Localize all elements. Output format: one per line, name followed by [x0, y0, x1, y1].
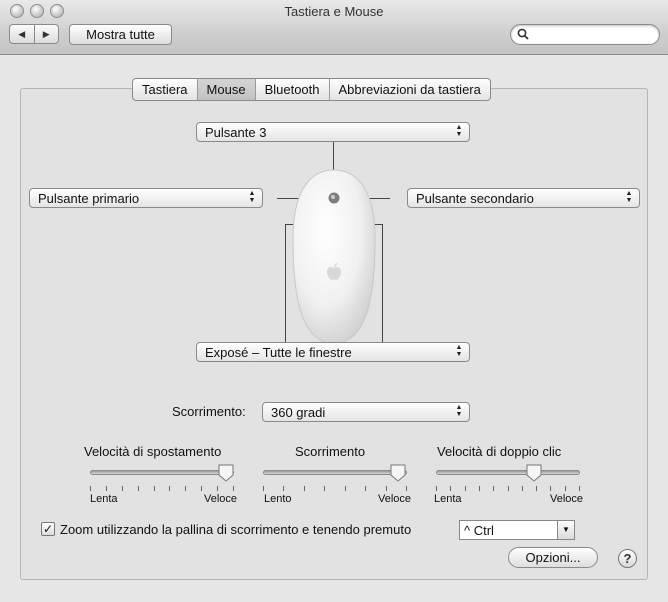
- tab-abbreviazioni[interactable]: Abbreviazioni da tastiera: [330, 79, 490, 100]
- slider-title: Velocità di spostamento: [84, 444, 222, 459]
- slider-tick: [304, 486, 305, 491]
- slider-tick: [217, 486, 218, 491]
- slider-tick: [465, 486, 466, 491]
- zoom-label: Zoom utilizzando la pallina di scorrimen…: [60, 522, 412, 537]
- slider-tick: [436, 486, 437, 491]
- slider-tick: [536, 486, 537, 491]
- updown-arrows-icon: ▲ ▼: [248, 190, 256, 204]
- slider-tick: [154, 486, 155, 491]
- show-all-button[interactable]: Mostra tutte: [69, 24, 172, 45]
- slider-tick: [565, 486, 566, 491]
- search-icon: [517, 28, 529, 40]
- side-buttons-value: Exposé – Tutte le finestre: [205, 345, 352, 360]
- tab-mouse[interactable]: Mouse: [197, 79, 256, 100]
- slider-tick: [106, 486, 107, 491]
- options-button[interactable]: Opzioni...: [508, 547, 598, 568]
- slider-tick: [283, 486, 284, 491]
- button3-value: Pulsante 3: [205, 125, 267, 140]
- double-click-track[interactable]: [436, 470, 580, 475]
- help-button[interactable]: ?: [618, 549, 637, 568]
- slider-tick: [365, 486, 366, 491]
- slider-tick: [345, 486, 346, 491]
- side-right-connector: [382, 224, 383, 342]
- right-button-value: Pulsante secondario: [416, 191, 534, 206]
- scroll-speed-thumb[interactable]: [390, 464, 406, 482]
- tracking-speed-track[interactable]: [90, 470, 234, 475]
- slider-tick: [263, 486, 264, 491]
- chevron-down-icon[interactable]: ▼: [557, 521, 574, 539]
- titlebar: Tastiera e Mouse ◀ ▶ Mostra tutte: [0, 0, 668, 55]
- scroll-speed-track[interactable]: [263, 470, 407, 475]
- slider-tick: [479, 486, 480, 491]
- updown-arrows-icon: ▲ ▼: [625, 190, 633, 204]
- slider-min-label: Lenta: [90, 493, 118, 505]
- search-input[interactable]: [533, 27, 657, 43]
- slider-tick: [406, 486, 407, 491]
- scrolling-label: Scorrimento:: [172, 404, 246, 419]
- slider-tick: [579, 486, 580, 491]
- slider-tick: [90, 486, 91, 491]
- side-buttons-popup[interactable]: Exposé – Tutte le finestre ▲ ▼: [196, 342, 470, 362]
- mighty-mouse-image: [292, 169, 376, 345]
- slider-tick: [169, 486, 170, 491]
- side-left-connector: [285, 224, 286, 342]
- slider-tick: [550, 486, 551, 491]
- modifier-key-combo[interactable]: ^ Ctrl ▼: [459, 520, 575, 540]
- tab-bar: Tastiera Mouse Bluetooth Abbreviazioni d…: [132, 78, 491, 101]
- slider-tick: [386, 486, 387, 491]
- back-button[interactable]: ◀: [10, 25, 35, 43]
- tracking-speed-thumb[interactable]: [218, 464, 234, 482]
- updown-arrows-icon: ▲ ▼: [455, 404, 463, 418]
- scrolling-value: 360 gradi: [271, 405, 326, 420]
- zoom-checkbox[interactable]: ✓: [41, 522, 55, 536]
- slider-max-label: Veloce: [550, 493, 584, 505]
- modifier-key-value: ^ Ctrl: [464, 523, 494, 538]
- preferences-window: Tastiera e Mouse ◀ ▶ Mostra tutte Tastie…: [0, 0, 668, 602]
- left-button-popup[interactable]: Pulsante primario ▲ ▼: [29, 188, 263, 208]
- right-button-popup[interactable]: Pulsante secondario ▲ ▼: [407, 188, 640, 208]
- slider-tick: [122, 486, 123, 491]
- slider-tick: [138, 486, 139, 491]
- slider-tick: [324, 486, 325, 491]
- slider-min-label: Lento: [264, 493, 292, 505]
- forward-button[interactable]: ▶: [35, 25, 59, 43]
- slider-title: Velocità di doppio clic: [437, 444, 562, 459]
- back-forward-control: ◀ ▶: [9, 24, 59, 44]
- slider-min-label: Lenta: [434, 493, 462, 505]
- slider-tick: [185, 486, 186, 491]
- tab-tastiera[interactable]: Tastiera: [133, 79, 198, 100]
- updown-arrows-icon: ▲ ▼: [455, 124, 463, 138]
- left-button-value: Pulsante primario: [38, 191, 140, 206]
- slider-tick: [450, 486, 451, 491]
- slider-tick: [508, 486, 509, 491]
- slider-tick: [233, 486, 234, 491]
- slider-title: Scorrimento: [295, 444, 366, 459]
- slider-tick: [201, 486, 202, 491]
- window-title: Tastiera e Mouse: [284, 4, 384, 19]
- button3-popup[interactable]: Pulsante 3 ▲ ▼: [196, 122, 470, 142]
- scrolling-popup[interactable]: 360 gradi ▲ ▼: [262, 402, 470, 422]
- slider-tick: [522, 486, 523, 491]
- double-click-thumb[interactable]: [526, 464, 542, 482]
- updown-arrows-icon: ▲ ▼: [455, 344, 463, 358]
- tab-bluetooth[interactable]: Bluetooth: [256, 79, 330, 100]
- slider-max-label: Veloce: [204, 493, 238, 505]
- slider-max-label: Veloce: [378, 493, 412, 505]
- slider-tick: [493, 486, 494, 491]
- search-field[interactable]: [510, 24, 660, 45]
